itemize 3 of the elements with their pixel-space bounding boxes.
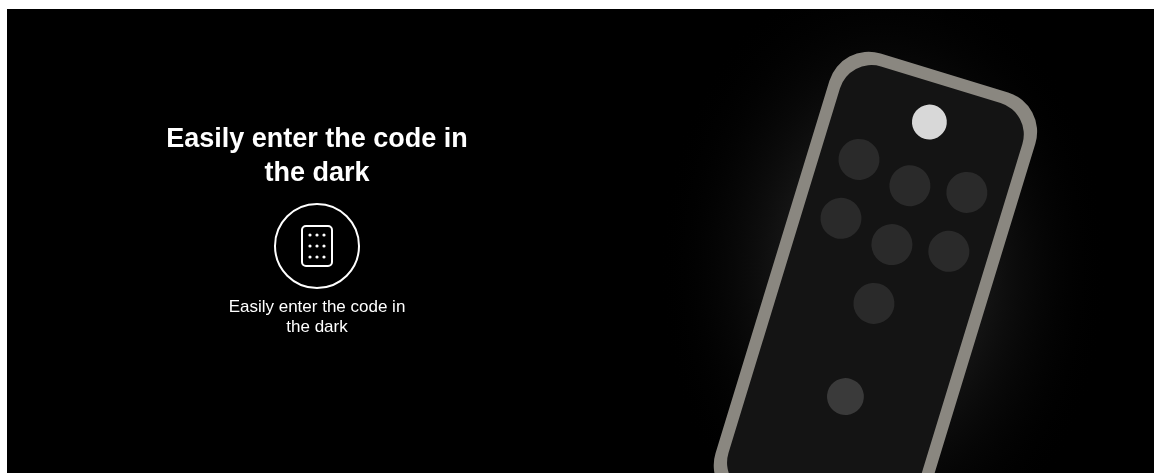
keypad-icon <box>272 201 362 291</box>
feature-heading: Easily enter the code in the dark <box>165 122 469 189</box>
feature-caption: Easily enter the code in the dark <box>227 297 407 337</box>
